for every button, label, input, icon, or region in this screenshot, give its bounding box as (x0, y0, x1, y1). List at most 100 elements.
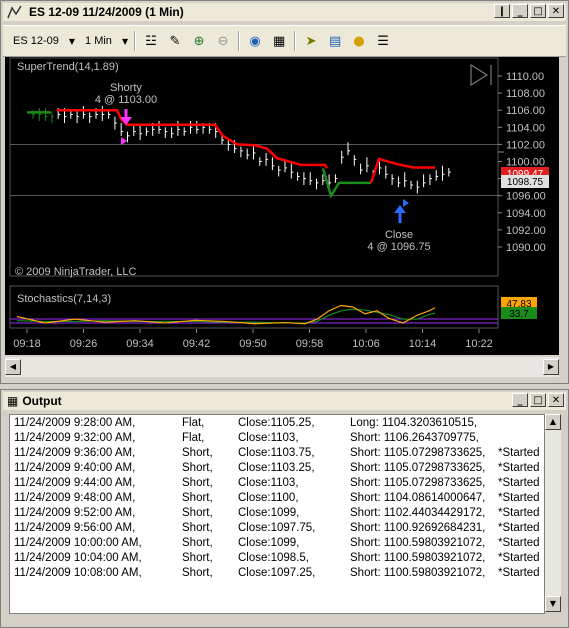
output-window: ▦ Output _ □ ✕ 11/24/2009 9:28:00 AM, Fla… (0, 389, 569, 628)
globe-icon[interactable]: ◉ (246, 32, 264, 50)
scroll-down-icon[interactable]: ▼ (545, 596, 561, 612)
toolbar-separator (294, 31, 297, 51)
close-button[interactable]: ✕ (548, 4, 564, 18)
output-cell: Close:1100, (238, 492, 299, 504)
chart-list-icon[interactable]: ☰ (374, 32, 392, 50)
chart-window-title: ES 12-09 11/24/2009 (1 Min) (29, 5, 184, 19)
output-cell: Short: 1104.08614000647, (350, 492, 486, 504)
indicator-icon[interactable]: ▤ (326, 32, 344, 50)
drawing-tool-icon[interactable]: ✎ (166, 32, 184, 50)
chart-area[interactable]: SuperTrend(14,1.89) © 2009 NinjaTrader, … (5, 57, 559, 355)
output-cell: 11/24/2009 9:56:00 AM, (14, 522, 136, 534)
time-tick-label: 09:42 (183, 338, 211, 350)
chart-window: ES 12-09 11/24/2009 (1 Min) ❙ _ □ ✕ ES 1… (0, 0, 569, 384)
stochastics-label: Stochastics(7,14,3) (17, 293, 111, 305)
output-window-icon: ▦ (7, 394, 19, 408)
output-text-area[interactable]: 11/24/2009 9:28:00 AM, Flat, Close:1105.25… (9, 414, 545, 614)
copyright-text: © 2009 NinjaTrader, LLC (15, 266, 136, 278)
output-cell: Short: 1100.59803921072, (350, 537, 486, 549)
output-cell: Flat, (182, 432, 205, 444)
time-tick-label: 10:14 (409, 338, 437, 350)
price-tick-label: 1108.00 (506, 88, 545, 100)
output-close-button[interactable]: ✕ (548, 393, 564, 407)
price-tick-label: 1096.00 (506, 191, 546, 203)
output-cell: *Started (498, 522, 540, 534)
zoom-in-icon[interactable]: ⊕ (190, 32, 208, 50)
scroll-up-icon[interactable]: ▲ (545, 414, 561, 430)
output-vertical-scrollbar[interactable]: ▲ ▼ (545, 414, 561, 612)
output-cell: Short, (182, 522, 213, 534)
output-cell: Close:1099, (238, 537, 300, 549)
output-cell: Short, (182, 492, 213, 504)
output-cell: Close:1097.75, (238, 522, 316, 534)
output-cell: *Started (498, 447, 540, 459)
restore-button[interactable]: ❙ (494, 4, 510, 18)
output-cell: *Started (498, 567, 540, 579)
price-tick-label: 1104.00 (506, 122, 545, 134)
output-maximize-button[interactable]: □ (530, 393, 546, 407)
strategy-icon[interactable]: ➤ (302, 32, 320, 50)
output-cell: Close:1103.75, (238, 447, 315, 459)
entry-signal-detail: 4 @ 1103.00 (95, 94, 157, 106)
maximize-button[interactable]: □ (530, 4, 546, 18)
properties-icon[interactable]: ▦ (270, 32, 288, 50)
output-cell: 11/24/2009 9:48:00 AM, (14, 492, 136, 504)
zoom-out-icon[interactable]: ⊖ (214, 32, 232, 50)
output-cell: Close:1105.25, (238, 417, 315, 429)
output-cell: Close:1103, (238, 477, 299, 489)
output-cell: Close:1097.25, (238, 567, 316, 579)
chart-titlebar[interactable]: ES 12-09 11/24/2009 (1 Min) ❙ _ □ ✕ (3, 3, 566, 21)
price-tick-label: 1094.00 (506, 208, 546, 220)
time-tick-label: 09:58 (296, 338, 324, 350)
time-tick-label: 10:06 (352, 338, 380, 350)
output-cell: Long: 1104.3203610515, (350, 417, 478, 429)
output-cell: Close:1103, (238, 432, 299, 444)
output-cell: Short: 1100.59803921072, (350, 552, 486, 564)
chart-horizontal-scrollbar[interactable]: ◀ ▶ (5, 357, 559, 377)
last-price-value: 1098.75 (507, 177, 544, 188)
output-cell: 11/24/2009 9:32:00 AM, (14, 432, 136, 444)
output-cell: *Started (498, 537, 540, 549)
output-cell: 11/24/2009 9:40:00 AM, (14, 462, 136, 474)
price-tick-label: 1092.00 (506, 225, 546, 237)
output-cell: 11/24/2009 9:52:00 AM, (14, 507, 136, 519)
output-cell: Short: 1105.07298733625, (350, 447, 486, 459)
price-tick-label: 1090.00 (506, 242, 546, 254)
price-tick-label: 1106.00 (506, 105, 545, 117)
time-tick-label: 09:34 (126, 338, 154, 350)
output-cell: 11/24/2009 10:08:00 AM, (14, 567, 142, 579)
instrument-selector[interactable]: ES 12-09 (9, 33, 63, 49)
interval-selector[interactable]: 1 Min (81, 33, 116, 49)
interval-dropdown-icon[interactable]: ▼ (122, 37, 128, 46)
output-cell: 11/24/2009 10:04:00 AM, (14, 552, 142, 564)
output-cell: Short, (182, 507, 213, 519)
output-cell: Close:1098.5, (238, 552, 309, 564)
output-cell: Short, (182, 477, 213, 489)
output-cell: Short, (182, 567, 213, 579)
time-tick-label: 10:22 (465, 338, 493, 350)
output-cell: Short: 1105.07298733625, (350, 462, 486, 474)
toolbar-separator (238, 31, 241, 51)
output-cell: 11/24/2009 9:36:00 AM, (14, 447, 136, 459)
output-cell: Short: 1100.59803921072, (350, 567, 486, 579)
toolbar-separator (134, 31, 137, 51)
output-minimize-button[interactable]: _ (512, 393, 528, 407)
price-tick-label: 1100.00 (506, 157, 545, 169)
scroll-left-icon[interactable]: ◀ (5, 359, 21, 375)
data-box-icon[interactable]: ● (350, 32, 368, 50)
price-tick-label: 1102.00 (506, 139, 545, 151)
output-cell: 11/24/2009 9:28:00 AM, (14, 417, 136, 429)
price-tick-label: 1110.00 (506, 71, 544, 83)
scroll-right-icon[interactable]: ▶ (543, 359, 559, 375)
minimize-button[interactable]: _ (512, 4, 528, 18)
exit-signal-detail: 4 @ 1096.75 (367, 241, 430, 253)
price-chart[interactable]: SuperTrend(14,1.89) © 2009 NinjaTrader, … (5, 57, 559, 355)
output-cell: *Started (498, 507, 540, 519)
chart-app-icon (7, 5, 22, 19)
output-cell: Short, (182, 537, 213, 549)
output-titlebar[interactable]: ▦ Output _ □ ✕ (3, 392, 566, 410)
instrument-dropdown-icon[interactable]: ▼ (69, 37, 75, 46)
output-cell: *Started (498, 462, 540, 474)
output-cell: 11/24/2009 9:44:00 AM, (14, 477, 136, 489)
bar-style-icon[interactable]: ☳ (142, 32, 160, 50)
